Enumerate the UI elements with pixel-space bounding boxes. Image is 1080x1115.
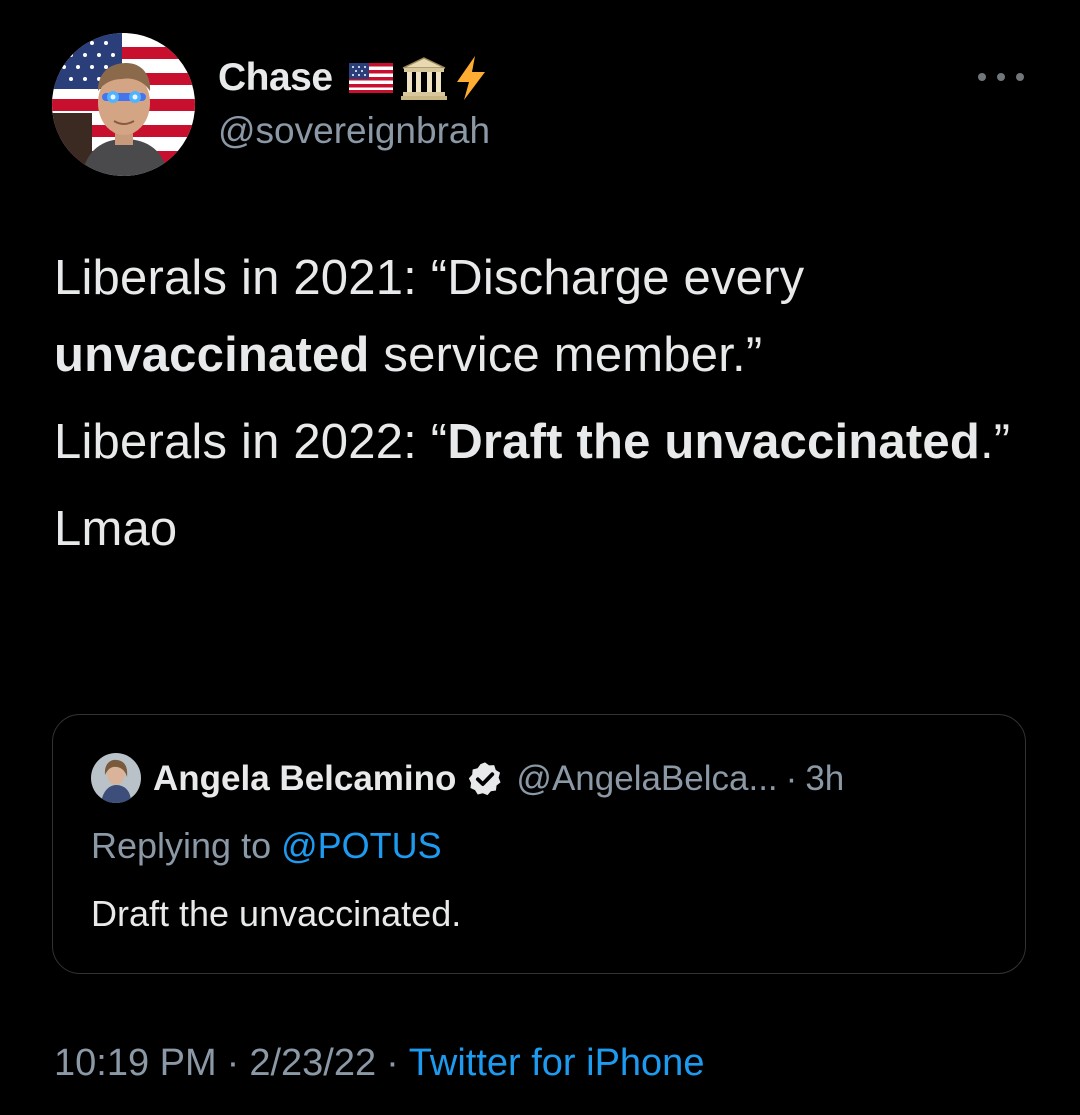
tweet-date[interactable]: 2/23/22: [249, 1042, 376, 1084]
more-options-button[interactable]: [978, 62, 1024, 92]
tweet-text: Liberals in 2021: “Discharge every unvac…: [54, 240, 1014, 578]
author-name-row: Chase: [218, 52, 487, 104]
tweet-time[interactable]: 10:19 PM: [54, 1042, 217, 1084]
author-name[interactable]: Chase: [218, 56, 333, 100]
quote-author-handle[interactable]: @AngelaBelca...: [516, 759, 777, 799]
meta-separator: ·: [386, 1042, 399, 1084]
quote-avatar-image: [91, 753, 141, 803]
tweet-meta: 10:19 PM · 2/23/22 · Twitter for iPhone: [54, 1042, 704, 1085]
author-avatar[interactable]: [52, 33, 195, 176]
quote-timestamp[interactable]: 3h: [805, 759, 844, 799]
tweet-paragraph-1: Liberals in 2021: “Discharge every unvac…: [54, 251, 805, 382]
quoted-tweet[interactable]: Angela Belcamino @AngelaBelca... · 3h Re…: [52, 714, 1026, 974]
quote-separator: ·: [785, 759, 798, 798]
lightning-icon: [456, 56, 485, 100]
more-dot-icon: [997, 73, 1005, 81]
quote-header: Angela Belcamino @AngelaBelca... · 3h: [153, 755, 844, 803]
verified-badge-icon: [469, 762, 501, 796]
tweet: Chase @sovereignbrah Liberals in 2021: “…: [0, 0, 1080, 1115]
quote-text: Draft the unvaccinated.: [91, 893, 462, 934]
classical-building-icon: [400, 57, 447, 100]
more-dot-icon: [1016, 73, 1024, 81]
us-flag-icon: [348, 63, 393, 93]
tweet-paragraph-2: Liberals in 2022: “Draft the unvaccinate…: [54, 415, 1011, 469]
quote-author-avatar[interactable]: [91, 753, 141, 803]
replying-to-line: Replying to @POTUS: [91, 825, 442, 867]
author-badges: [348, 56, 487, 100]
tweet-paragraph-3: Lmao: [54, 502, 178, 556]
more-dot-icon: [978, 73, 986, 81]
replying-to-label: Replying to: [91, 825, 282, 866]
tweet-source-link[interactable]: Twitter for iPhone: [409, 1042, 705, 1084]
replying-to-mention[interactable]: @POTUS: [281, 825, 442, 866]
avatar-image: [52, 33, 195, 176]
quote-author-name[interactable]: Angela Belcamino: [153, 759, 456, 799]
author-handle[interactable]: @sovereignbrah: [218, 110, 490, 152]
meta-separator: ·: [226, 1042, 240, 1084]
